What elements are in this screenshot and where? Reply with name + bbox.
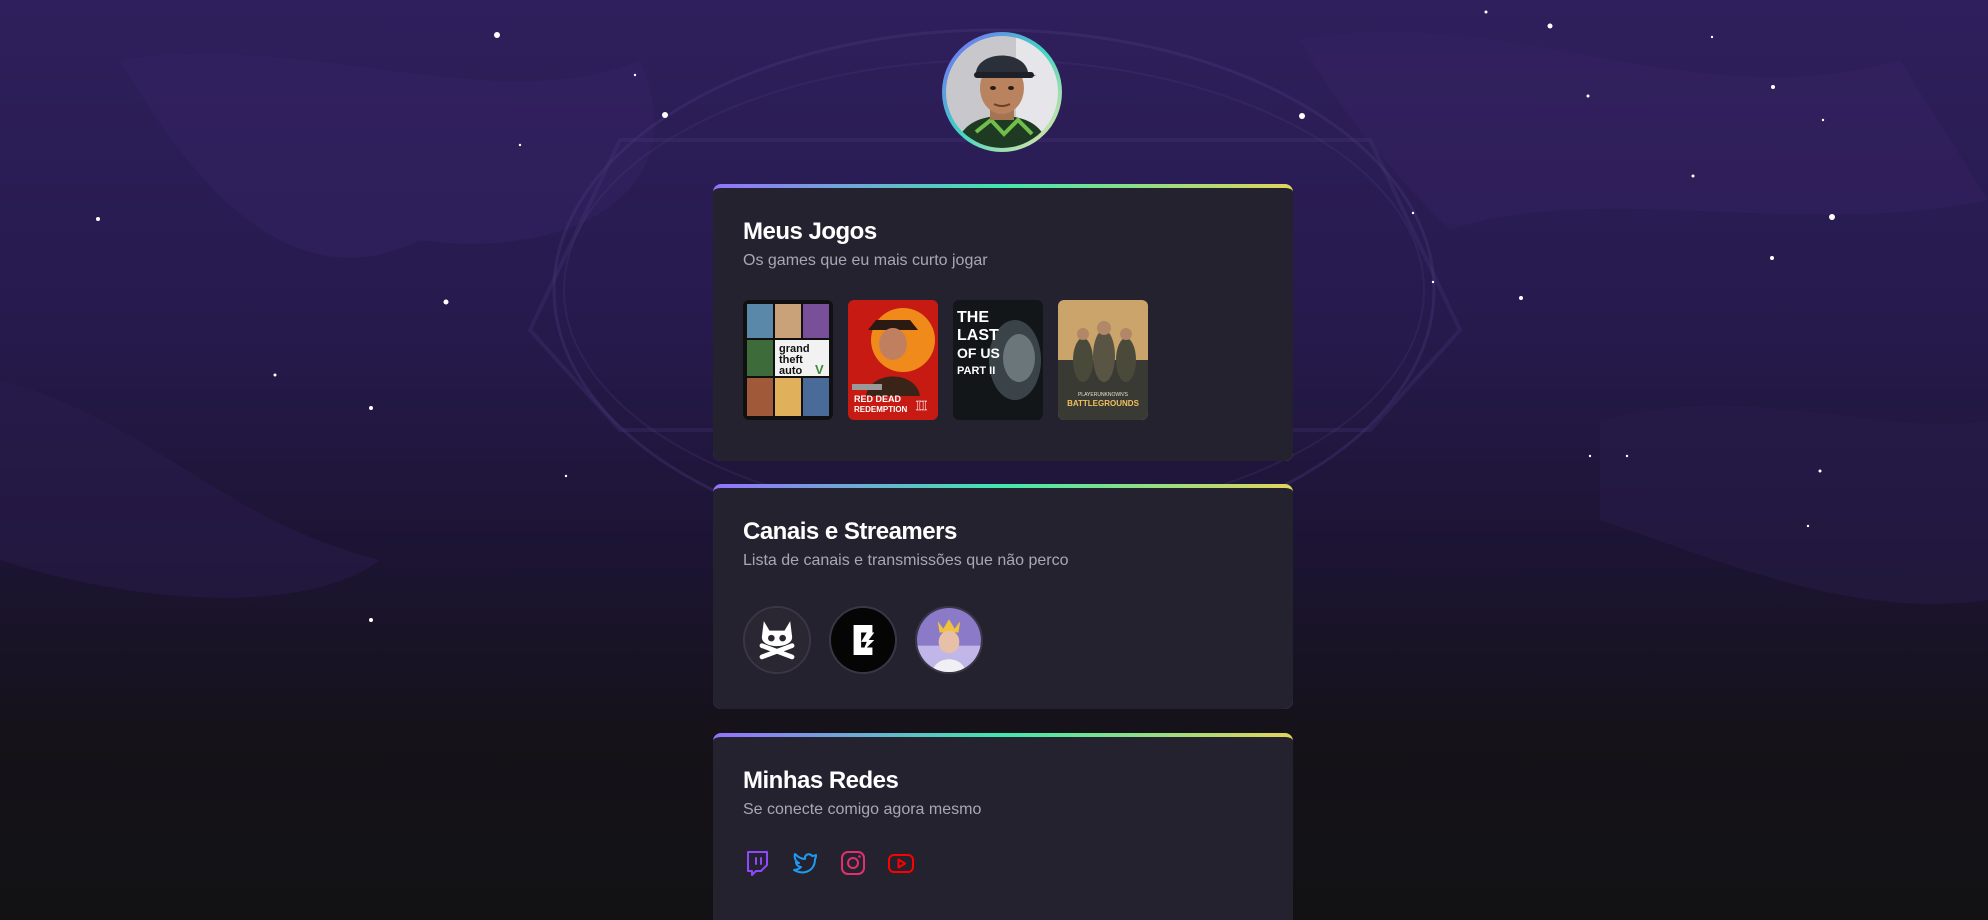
streamer-crown-avatar [917, 608, 981, 672]
game-cover-gta-v[interactable]: grand theft auto V [743, 300, 833, 420]
instagram-link[interactable] [839, 849, 867, 877]
streamer-avatar-2[interactable] [829, 606, 897, 674]
streamer-avatar-3[interactable] [915, 606, 983, 674]
svg-text:OF US: OF US [957, 345, 1000, 361]
youtube-icon [888, 854, 914, 873]
streamers-list [743, 606, 1263, 674]
svg-text:PART II: PART II [957, 365, 995, 377]
twitch-icon [747, 851, 768, 876]
svg-text:THE: THE [957, 309, 989, 326]
youtube-link[interactable] [887, 849, 915, 877]
games-card: Meus Jogos Os games que eu mais curto jo… [713, 184, 1293, 461]
streamer-avatar-1[interactable] [743, 606, 811, 674]
games-subtitle: Os games que eu mais curto jogar [743, 252, 988, 269]
twitch-link[interactable] [743, 849, 771, 877]
twitter-icon [793, 853, 817, 874]
svg-text:BATTLEGROUNDS: BATTLEGROUNDS [1067, 399, 1140, 408]
profile-avatar [942, 32, 1062, 152]
social-title: Minhas Redes [743, 767, 899, 794]
svg-text:LAST: LAST [957, 327, 999, 344]
game-cover-rdr2[interactable]: RED DEAD REDEMPTION II [848, 300, 938, 420]
game-cover-tlou2[interactable]: THE LAST OF US PART II [953, 300, 1043, 420]
svg-text:REDEMPTION: REDEMPTION [854, 405, 908, 414]
games-title: Meus Jogos [743, 218, 877, 245]
svg-text:PLAYERUNKNOWN'S: PLAYERUNKNOWN'S [1078, 392, 1129, 398]
social-links [743, 849, 1263, 877]
game-cover-pubg[interactable]: PLAYERUNKNOWN'S BATTLEGROUNDS [1058, 300, 1148, 420]
games-list: grand theft auto V RED DEAD REDEMPTION I… [743, 300, 1263, 420]
avatar [946, 36, 1058, 148]
streamers-card: Canais e Streamers Lista de canais e tra… [713, 484, 1293, 709]
streamers-subtitle: Lista de canais e transmissões que não p… [743, 552, 1069, 569]
svg-text:RED DEAD: RED DEAD [854, 394, 902, 404]
twitter-link[interactable] [791, 849, 819, 877]
instagram-icon [841, 851, 865, 875]
social-subtitle: Se conecte comigo agora mesmo [743, 801, 982, 818]
skull-crossbones-cat-icon [745, 608, 809, 672]
svg-text:II: II [916, 399, 927, 414]
streamers-title: Canais e Streamers [743, 518, 957, 545]
lightning-c-logo-icon [831, 608, 895, 672]
social-card: Minhas Redes Se conecte comigo agora mes… [713, 733, 1293, 920]
svg-text:auto: auto [779, 365, 803, 377]
svg-text:V: V [815, 362, 824, 377]
